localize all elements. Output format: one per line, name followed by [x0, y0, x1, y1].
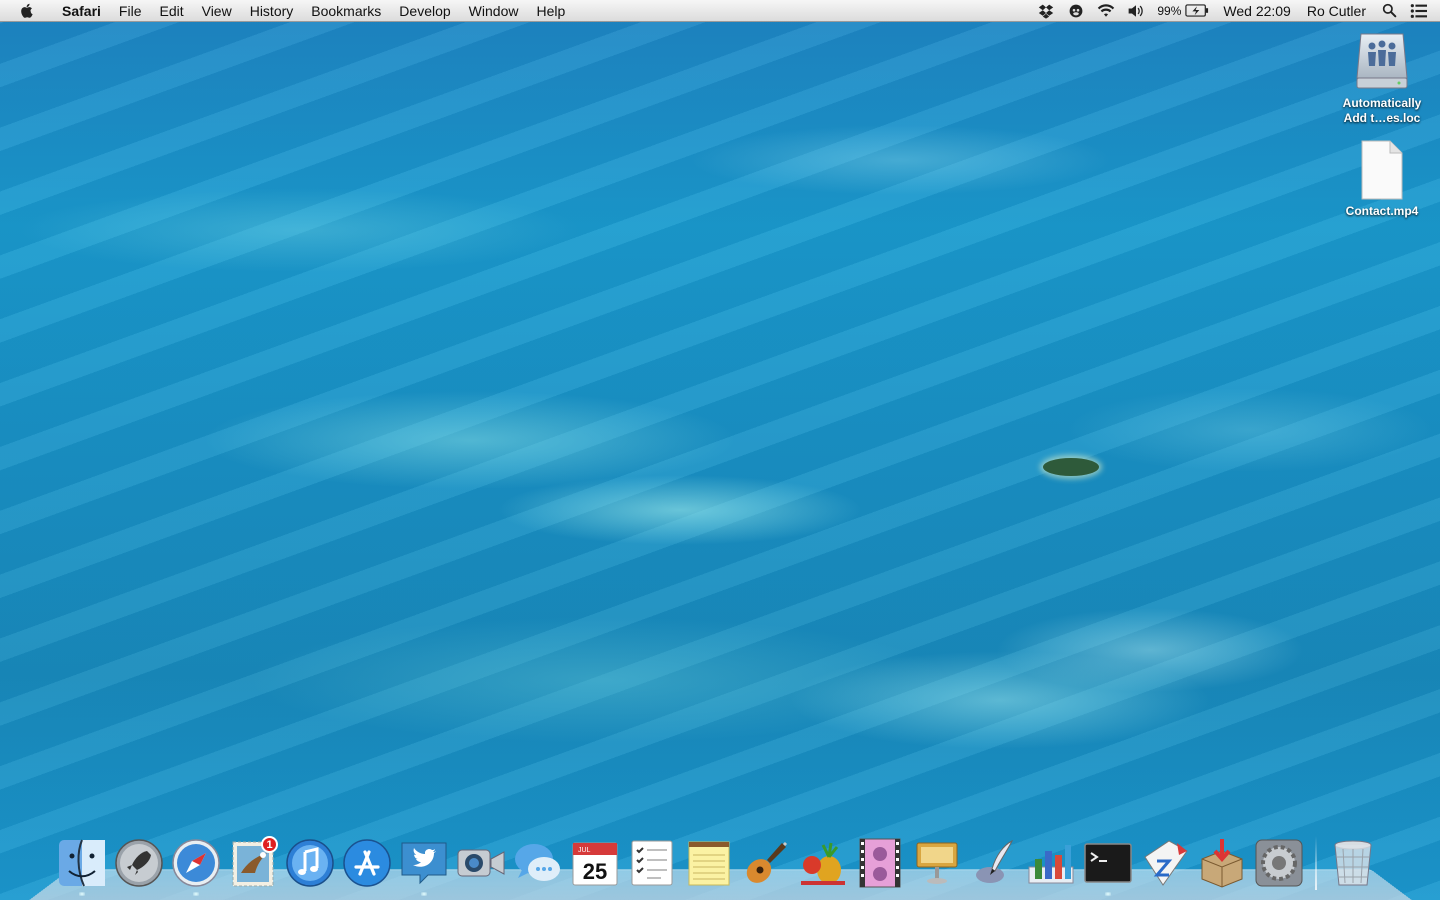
film-strip-icon	[859, 838, 901, 888]
dock-reminders[interactable]	[625, 836, 679, 890]
menu-bookmarks[interactable]: Bookmarks	[302, 0, 390, 22]
desktop-icon-label: Automatically	[1342, 96, 1422, 110]
desktop-icon-contact-mp4[interactable]: Contact.mp4	[1332, 140, 1432, 219]
running-indicator	[1105, 892, 1111, 896]
dock-system-preferences[interactable]	[1252, 836, 1306, 890]
notepad-icon	[688, 841, 730, 886]
twitter-bird-icon	[401, 842, 447, 885]
dock-metaz[interactable]	[1138, 836, 1192, 890]
dock-frenzic[interactable]	[796, 836, 850, 890]
dock-messages[interactable]	[511, 836, 565, 890]
dock-calendar[interactable]: JUL 25	[568, 836, 622, 890]
menu-app-name[interactable]: Safari	[53, 0, 110, 22]
dropbox-icon[interactable]	[1037, 2, 1055, 20]
checklist-icon	[631, 840, 673, 886]
dock-itunes[interactable]	[283, 836, 337, 890]
menu-edit[interactable]: Edit	[150, 0, 192, 22]
menu-help[interactable]: Help	[527, 0, 574, 22]
dock: 1 JUL 25	[55, 830, 1380, 896]
menu-bar: Safari File Edit View History Bookmarks …	[0, 0, 1440, 22]
running-indicator	[79, 892, 85, 896]
desktop-icon-label: Add t…es.loc	[1343, 111, 1421, 125]
dock-twitter[interactable]	[397, 836, 451, 896]
dock-garageband[interactable]	[739, 836, 793, 890]
battery-icon[interactable]	[1185, 2, 1209, 20]
dock-separator	[1315, 836, 1317, 890]
app-store-icon	[343, 839, 391, 887]
network-drive-icon	[1353, 30, 1411, 92]
compass-icon	[172, 839, 220, 887]
menu-history[interactable]: History	[241, 0, 303, 22]
gear-icon	[1255, 839, 1303, 887]
finder-icon	[59, 839, 105, 887]
menu-clock[interactable]: Wed 22:09	[1215, 3, 1298, 19]
desktop-wallpaper	[0, 0, 1440, 900]
metaz-tag-icon	[1144, 840, 1188, 886]
dock-facetime[interactable]	[454, 836, 508, 890]
bar-chart-icon	[1028, 845, 1074, 884]
menu-view[interactable]: View	[193, 0, 241, 22]
dock-mail[interactable]: 1	[226, 836, 280, 890]
dock-numbers[interactable]	[1024, 836, 1078, 890]
volume-icon[interactable]	[1127, 2, 1145, 20]
calendar-month: JUL	[578, 847, 591, 854]
dock-app-store[interactable]	[340, 836, 394, 890]
terminal-icon	[1084, 843, 1132, 883]
desktop-icon-label: Contact.mp4	[1345, 204, 1419, 218]
rocket-icon	[115, 839, 163, 887]
calendar-day: 25	[583, 859, 607, 884]
wallpaper-island	[1043, 458, 1099, 476]
apple-menu-icon[interactable]	[19, 2, 37, 20]
dock-notes[interactable]	[682, 836, 736, 890]
monkey-icon[interactable]	[1067, 2, 1085, 20]
menu-file[interactable]: File	[110, 0, 151, 22]
menu-window[interactable]: Window	[460, 0, 528, 22]
menu-user-name[interactable]: Ro Cutler	[1299, 3, 1374, 19]
dock-terminal[interactable]	[1081, 836, 1135, 896]
installer-box-icon	[1201, 839, 1243, 888]
music-note-icon	[286, 839, 334, 887]
desktop-icon-shared-drive[interactable]: Automatically Add t…es.loc	[1332, 30, 1432, 126]
running-indicator	[193, 892, 199, 896]
notification-center-icon[interactable]	[1410, 2, 1428, 20]
document-file-icon	[1357, 140, 1407, 200]
mail-unread-badge: 1	[261, 836, 278, 853]
podium-icon	[916, 842, 958, 884]
guitar-icon	[746, 841, 788, 883]
spotlight-search-icon[interactable]	[1380, 2, 1398, 20]
trash-can-icon	[1334, 840, 1372, 886]
dock-photo-booth[interactable]	[853, 836, 907, 890]
dock-launchpad[interactable]	[112, 836, 166, 890]
dock-script-editor[interactable]	[967, 836, 1021, 890]
fruit-icon	[801, 842, 845, 885]
chat-bubbles-icon	[515, 844, 560, 881]
dock-trash[interactable]	[1326, 836, 1380, 890]
menu-develop[interactable]: Develop	[390, 0, 459, 22]
dock-keynote[interactable]	[910, 836, 964, 890]
wifi-icon[interactable]	[1097, 2, 1115, 20]
quill-pen-icon	[976, 839, 1014, 883]
running-indicator	[421, 892, 427, 896]
battery-percentage[interactable]: 99%	[1151, 4, 1183, 18]
video-camera-icon	[457, 849, 505, 877]
dock-safari[interactable]	[169, 836, 223, 896]
calendar-icon: JUL 25	[572, 842, 618, 886]
dock-finder[interactable]	[55, 836, 109, 896]
dock-installer[interactable]	[1195, 836, 1249, 890]
